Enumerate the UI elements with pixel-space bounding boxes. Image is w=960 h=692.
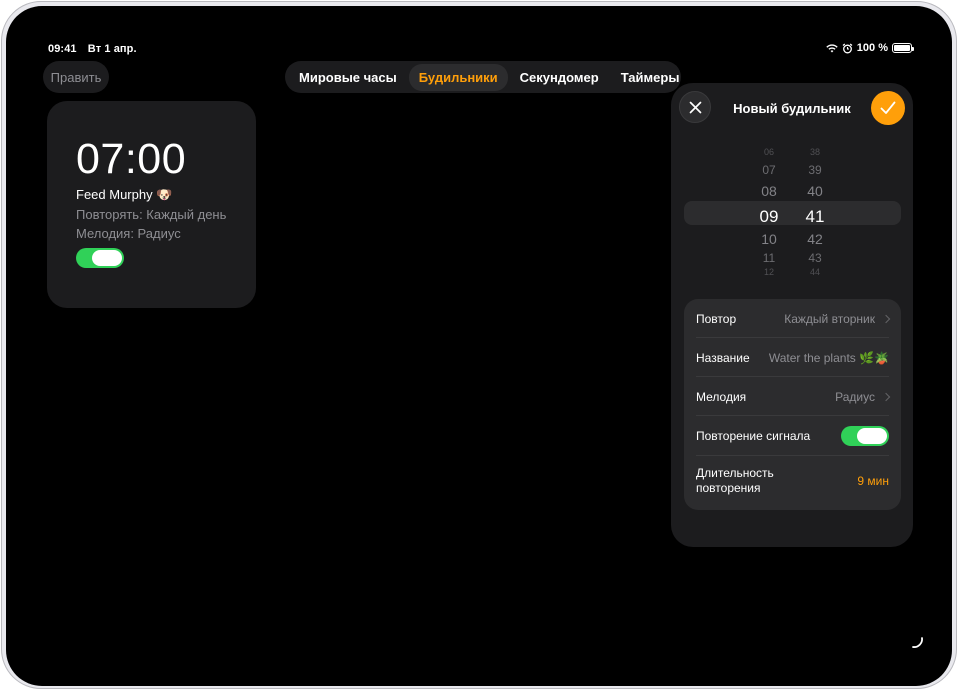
hour-option: 08 bbox=[761, 183, 777, 199]
minute-option: 44 bbox=[809, 267, 820, 277]
confirm-button[interactable] bbox=[871, 91, 905, 125]
snooze-row: Повторение сигнала bbox=[696, 425, 889, 447]
repeat-value: Каждый вторник bbox=[784, 312, 875, 326]
name-row[interactable]: Название Water the plants 🌿🪴 bbox=[696, 348, 889, 368]
wifi-icon bbox=[826, 43, 838, 52]
status-time: 09:41 bbox=[48, 43, 77, 55]
battery-percent: 100 % bbox=[856, 42, 888, 54]
sound-value: Радиус bbox=[835, 390, 875, 404]
snooze-duration-label: Длительность повторения bbox=[696, 466, 774, 495]
checkmark-icon bbox=[880, 101, 896, 114]
minute-option: 38 bbox=[809, 147, 820, 157]
edit-button[interactable]: Править bbox=[43, 61, 109, 93]
alarm-sound: Мелодия: Радиус bbox=[76, 226, 181, 241]
alarm-clock-icon bbox=[842, 43, 853, 53]
divider bbox=[696, 337, 889, 338]
screen-corner-indicator-icon bbox=[912, 637, 923, 648]
tab-alarms[interactable]: Будильники bbox=[408, 63, 508, 91]
sound-label: Мелодия bbox=[696, 390, 747, 404]
screen: 09:41 Вт 1 апр. 100 % Править Мировые ча… bbox=[6, 6, 952, 686]
chevron-right-icon bbox=[881, 314, 891, 324]
tab-bar: Мировые часы Будильники Секундомер Тайме… bbox=[285, 61, 681, 93]
battery-icon bbox=[892, 43, 914, 53]
hour-option: 07 bbox=[762, 163, 776, 177]
name-value[interactable]: Water the plants 🌿🪴 bbox=[769, 351, 889, 365]
tab-timers[interactable]: Таймеры bbox=[611, 64, 690, 91]
hour-option: 12 bbox=[763, 267, 774, 277]
alarm-repeat: Повторять: Каждый день bbox=[76, 207, 227, 222]
alarm-name: Feed Murphy 🐶 bbox=[76, 187, 173, 202]
hour-option: 10 bbox=[761, 231, 777, 247]
picker-selection-band bbox=[684, 201, 901, 225]
status-bar-left: 09:41 Вт 1 апр. bbox=[48, 43, 145, 55]
name-label: Название bbox=[696, 351, 750, 365]
snooze-toggle[interactable] bbox=[841, 426, 889, 446]
alarm-card[interactable]: 07:00 Feed Murphy 🐶 Повторять: Каждый де… bbox=[47, 101, 256, 308]
snooze-label: Повторение сигнала bbox=[696, 429, 811, 443]
divider bbox=[696, 376, 889, 377]
toggle-knob bbox=[857, 428, 887, 444]
tab-world-clock[interactable]: Мировые часы bbox=[289, 64, 407, 91]
sound-row[interactable]: Мелодия Радиус bbox=[696, 387, 891, 407]
status-date: Вт 1 апр. bbox=[87, 43, 137, 55]
divider bbox=[696, 415, 889, 416]
repeat-row[interactable]: Повтор Каждый вторник bbox=[696, 309, 891, 329]
minute-option-selected: 41 bbox=[805, 207, 825, 226]
ipad-frame: 09:41 Вт 1 апр. 100 % Править Мировые ча… bbox=[1, 1, 957, 689]
chevron-right-icon bbox=[881, 392, 891, 402]
toggle-knob bbox=[92, 250, 122, 266]
minute-option: 39 bbox=[808, 163, 822, 177]
new-alarm-panel: Новый будильник 06 07 08 09 10 11 12 38 … bbox=[671, 83, 913, 547]
minute-option: 43 bbox=[808, 251, 822, 265]
tab-stopwatch[interactable]: Секундомер bbox=[510, 64, 609, 91]
divider bbox=[696, 455, 889, 456]
hour-option: 11 bbox=[762, 251, 776, 265]
alarm-settings-list: Повтор Каждый вторник Название Water the… bbox=[684, 299, 901, 510]
time-picker[interactable]: 06 07 08 09 10 11 12 38 39 40 41 42 43 4… bbox=[671, 143, 913, 283]
alarm-toggle[interactable] bbox=[76, 248, 124, 268]
alarm-time: 07:00 bbox=[76, 135, 187, 183]
snooze-duration-row[interactable]: Длительность повторения 9 мин bbox=[696, 465, 889, 497]
hour-option-selected: 09 bbox=[759, 207, 779, 226]
minute-option: 42 bbox=[807, 231, 823, 247]
minute-option: 40 bbox=[807, 183, 823, 199]
snooze-duration-value: 9 мин bbox=[857, 474, 889, 488]
repeat-label: Повтор bbox=[696, 312, 737, 326]
status-bar-right: 100 % bbox=[826, 42, 914, 54]
hour-option: 06 bbox=[763, 147, 774, 157]
